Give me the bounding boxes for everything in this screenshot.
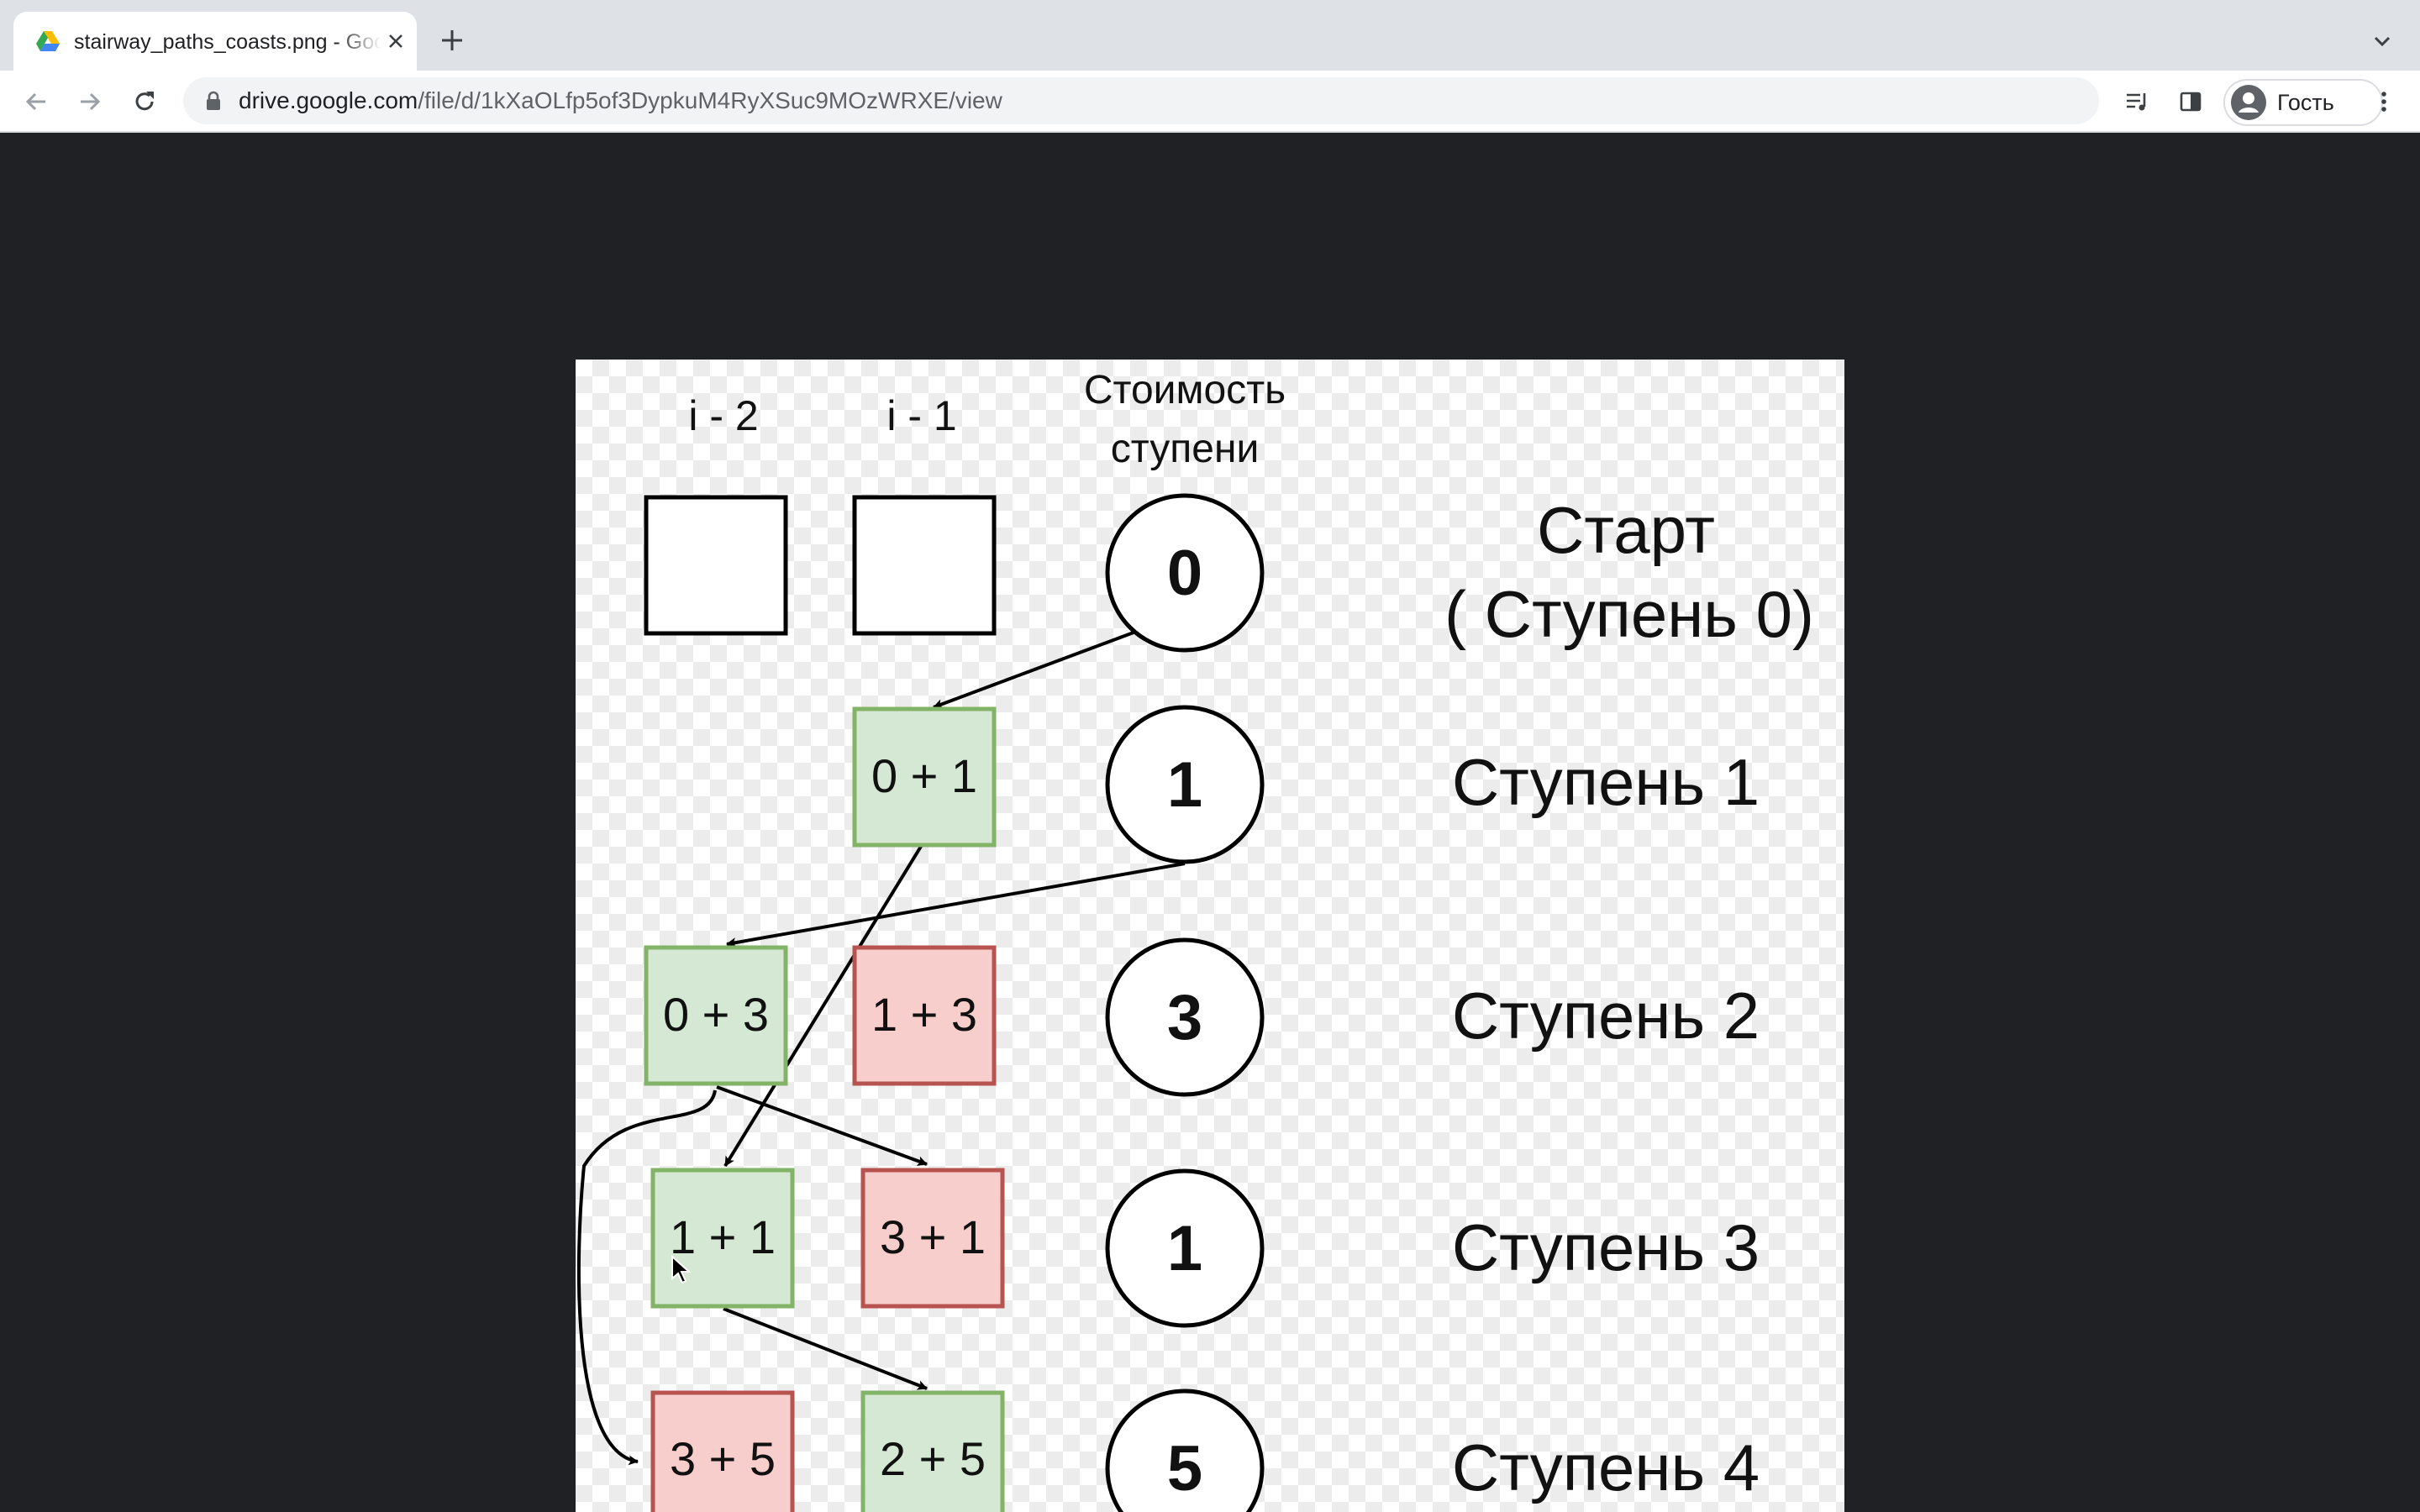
box-step2-i-1-text: 1 + 3 [871,988,977,1041]
cost-value-4: 5 [1167,1433,1202,1504]
arrow-left-icon[interactable] [22,87,50,116]
active-tab[interactable]: stairway_paths_coasts.png - Google Drive [13,12,417,71]
tab-title: stairway_paths_coasts.png - Google Drive [74,30,381,54]
arrow-cost1-to-box03 [726,862,1186,948]
box-step1-i-1-text: 0 + 1 [871,749,977,802]
image-viewer: i - 2 i - 1 Стоимость ступени 0 Старт ( … [0,133,2420,1512]
reload-icon[interactable] [130,87,159,116]
mouse-cursor-icon [671,1255,691,1284]
arrow-box11-to-box25 [723,1307,928,1390]
chevron-down-icon[interactable] [2370,29,2395,54]
cost-value-0: 0 [1167,538,1202,609]
close-icon[interactable] [383,29,408,54]
url-text: drive.google.com/file/d/1kXaOLfp5of3Dypk… [239,87,1002,114]
cost-value-1: 1 [1167,749,1202,821]
tab-strip: stairway_paths_coasts.png - Google Drive [0,0,2420,71]
step-label-4: Ступень 4 [1452,1431,1760,1504]
box-start-i-2 [644,495,788,636]
header-cost-line1: Стоимость [1084,368,1286,412]
header-i-2: i - 2 [688,392,758,439]
profile-name: Гость [2277,90,2334,115]
url-host: drive.google.com [239,87,418,113]
step-label-1: Ступень 1 [1452,745,1760,819]
box-start-i-1 [852,495,997,636]
header-i-1: i - 1 [886,392,956,439]
box-step4-i-1-text: 2 + 5 [880,1432,986,1485]
google-drive-icon [36,31,60,51]
side-panel-icon[interactable] [2176,87,2205,116]
step-label-start-line1: Старт [1537,493,1715,567]
step-label-start-line2: ( Ступень 0) [1444,577,1814,651]
lock-icon[interactable] [202,89,225,113]
person-icon [2231,85,2266,120]
step-label-3: Ступень 3 [1452,1210,1760,1284]
cost-value-3: 1 [1167,1213,1202,1284]
box-step4-i-2-text: 3 + 5 [670,1432,776,1485]
arrow-cost0-to-step1 [933,631,1134,709]
media-playlist-icon[interactable] [2123,87,2151,116]
step-label-2: Ступень 2 [1452,979,1760,1053]
stairway-diagram-image: i - 2 i - 1 Стоимость ступени 0 Старт ( … [576,360,1844,1512]
cost-value-2: 3 [1167,982,1202,1053]
profile-button[interactable]: Гость [2223,79,2383,126]
address-bar[interactable]: drive.google.com/file/d/1kXaOLfp5of3Dypk… [183,77,2099,124]
arrow-right-icon[interactable] [76,87,104,116]
url-path: /file/d/1kXaOLfp5of3DypkuM4RyXSuc9MOzWRX… [418,87,1002,113]
box-step2-i-2-text: 0 + 3 [663,988,769,1041]
stairway-diagram: i - 2 i - 1 Стоимость ступени 0 Старт ( … [576,368,1814,1512]
kebab-menu-icon[interactable] [2370,87,2398,116]
browser-toolbar: drive.google.com/file/d/1kXaOLfp5of3Dypk… [0,71,2420,133]
box-step3-i-1-text: 3 + 1 [880,1210,986,1263]
plus-icon[interactable] [437,25,467,55]
header-cost-line2: ступени [1111,427,1260,471]
